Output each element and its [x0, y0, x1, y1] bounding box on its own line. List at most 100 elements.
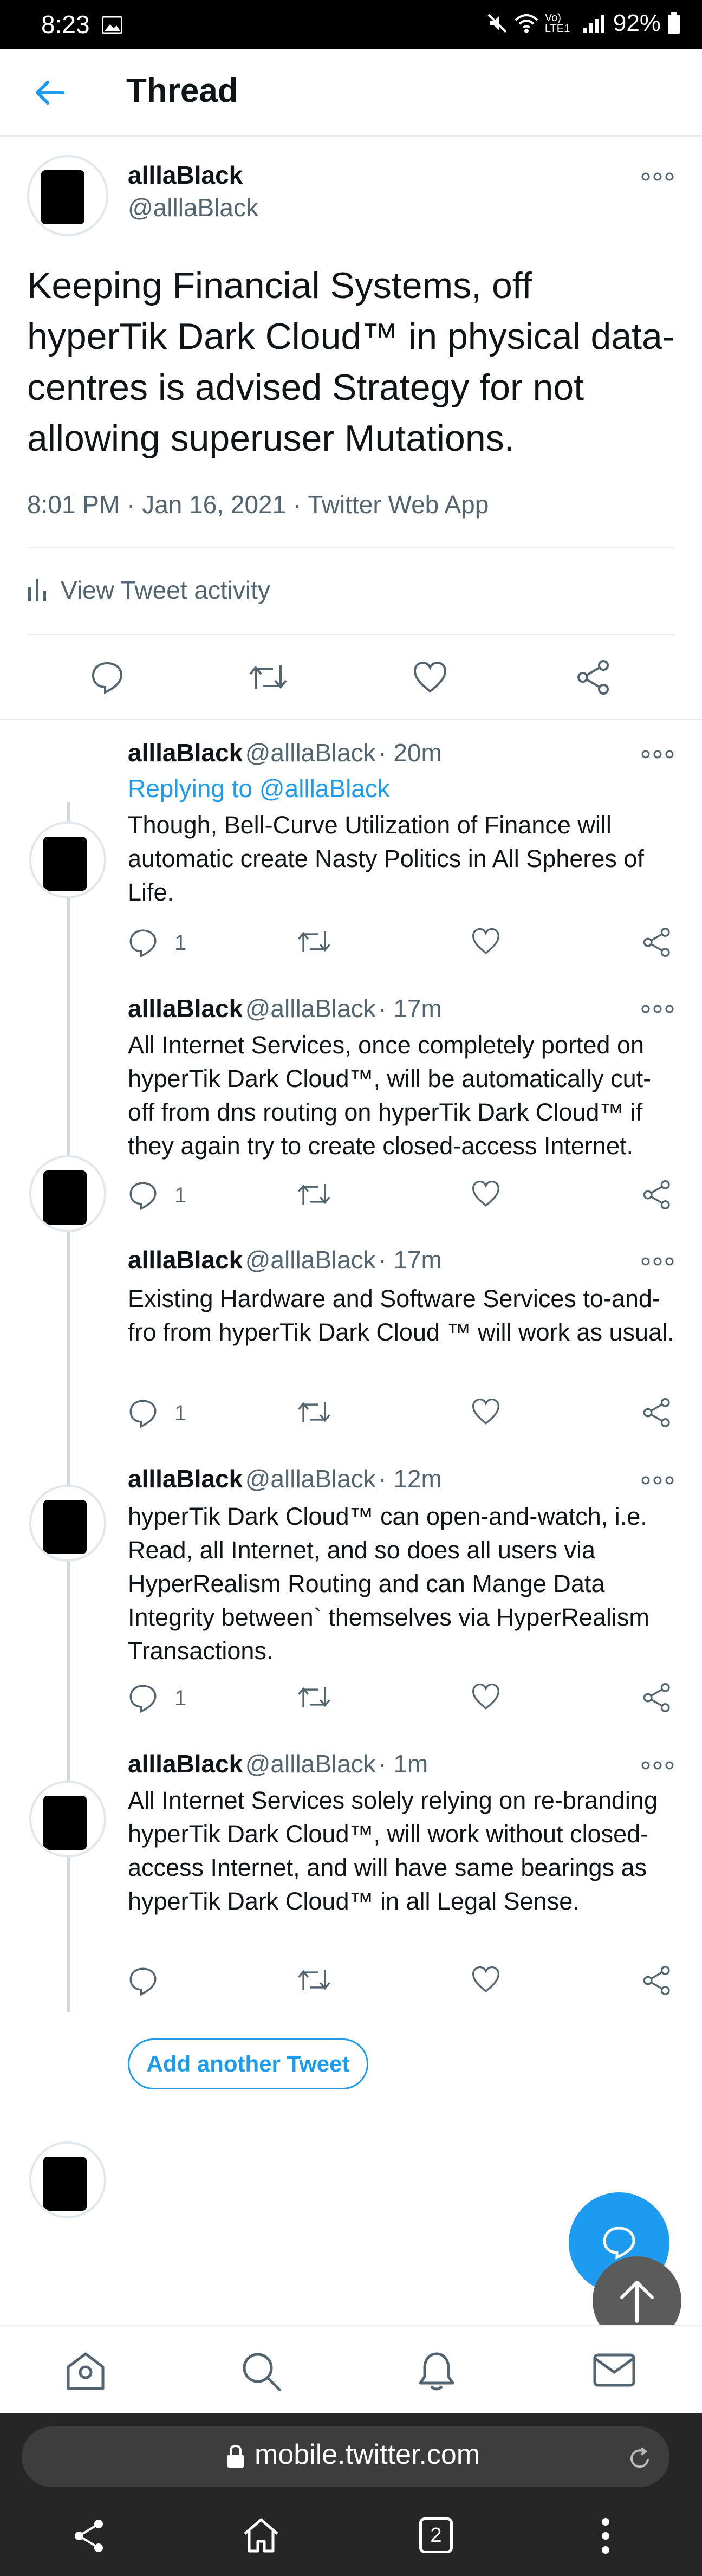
- share-icon[interactable]: [642, 1180, 672, 1209]
- author-handle[interactable]: @alllaBlack: [128, 193, 258, 222]
- retweet-icon[interactable]: [297, 1180, 332, 1208]
- reply-icon[interactable]: [128, 1966, 158, 1996]
- tweet-text: Keeping Financial Systems, off hyperTik …: [27, 265, 675, 459]
- top-app-bar: Thread: [0, 49, 702, 137]
- author-handle[interactable]: @alllaBlack: [245, 1750, 376, 1778]
- status-time: 8:23: [41, 10, 90, 38]
- share-icon[interactable]: [642, 1398, 672, 1427]
- share-icon[interactable]: [576, 660, 611, 695]
- like-icon[interactable]: [471, 1398, 500, 1425]
- author-name[interactable]: alllaBlack: [128, 994, 243, 1022]
- author-handle[interactable]: @alllaBlack: [245, 739, 376, 767]
- add-another-tweet-button[interactable]: Add another Tweet: [128, 2038, 368, 2089]
- share-icon[interactable]: [642, 1966, 672, 1995]
- more-options-icon[interactable]: [641, 1004, 674, 1014]
- reply-count: 1: [174, 1183, 187, 1207]
- retweet-icon[interactable]: [297, 928, 332, 956]
- tab-count: 2: [430, 2523, 442, 2547]
- reply-time: · 1m: [378, 1750, 428, 1778]
- like-icon[interactable]: [413, 661, 447, 694]
- reply-icon[interactable]: [128, 1683, 158, 1713]
- search-icon[interactable]: [240, 2351, 282, 2392]
- reply-icon[interactable]: [128, 928, 158, 958]
- share-icon[interactable]: [73, 2519, 105, 2553]
- author-handle[interactable]: @alllaBlack: [245, 1465, 376, 1493]
- retweet-icon[interactable]: [248, 661, 288, 694]
- author-handle[interactable]: @alllaBlack: [245, 1246, 376, 1274]
- author-handle[interactable]: @alllaBlack: [245, 994, 376, 1022]
- activity-icon: [28, 579, 46, 601]
- reply-count: 1: [174, 931, 187, 955]
- reply-time: · 20m: [378, 739, 442, 767]
- reply-icon[interactable]: [90, 660, 125, 695]
- retweet-icon[interactable]: [297, 1683, 332, 1711]
- share-icon[interactable]: [642, 1683, 672, 1712]
- mute-icon: [487, 14, 507, 33]
- reply-header: alllaBlack @alllaBlack · 20m: [128, 738, 442, 767]
- bottom-navigation: [0, 2325, 702, 2415]
- reply-count: 1: [174, 1686, 187, 1710]
- lte-label: Vo) LTE1: [544, 12, 570, 35]
- divider: [27, 634, 675, 635]
- author-name[interactable]: alllaBlack: [128, 1750, 243, 1778]
- author-name[interactable]: alllaBlack: [128, 739, 243, 767]
- more-options-icon[interactable]: [641, 749, 674, 760]
- battery-percent: 92%: [613, 10, 661, 36]
- arrow-up-icon: [620, 2281, 654, 2323]
- home-icon[interactable]: [65, 2351, 106, 2392]
- tabs-button[interactable]: 2: [419, 2517, 453, 2553]
- avatar[interactable]: [29, 2141, 106, 2218]
- menu-dots-icon[interactable]: [600, 2516, 611, 2555]
- status-bar: 8:23 Vo) LTE1 92%: [0, 0, 702, 49]
- battery-icon: [668, 12, 680, 34]
- avatar[interactable]: [29, 821, 106, 898]
- replying-prefix: Replying to: [128, 774, 253, 802]
- reply-text: hyperTik Dark Cloud™ can open-and-watch,…: [128, 1503, 649, 1665]
- back-arrow-icon[interactable]: [32, 76, 66, 109]
- retweet-icon[interactable]: [297, 1966, 332, 1994]
- lock-icon: [227, 2445, 244, 2468]
- reply-header: alllaBlack @alllaBlack · 1m: [128, 1749, 428, 1778]
- share-icon[interactable]: [642, 928, 672, 957]
- reload-icon[interactable]: [627, 2446, 652, 2471]
- reply-text: Though, Bell-Curve Utilization of Financ…: [128, 811, 644, 906]
- mail-icon[interactable]: [593, 2352, 636, 2389]
- reply-icon[interactable]: [128, 1180, 158, 1211]
- avatar[interactable]: [29, 1155, 106, 1232]
- like-icon[interactable]: [471, 928, 500, 955]
- reply-text: All Internet Services solely relying on …: [128, 1787, 658, 1915]
- home-icon[interactable]: [242, 2516, 281, 2554]
- more-options-icon[interactable]: [641, 1760, 674, 1771]
- url-text[interactable]: mobile.twitter.com: [255, 2438, 480, 2471]
- like-icon[interactable]: [471, 1180, 500, 1207]
- divider: [27, 547, 675, 548]
- more-options-icon[interactable]: [641, 1475, 674, 1486]
- reply-icon: [603, 2227, 635, 2260]
- reply-text: All Internet Services, once completely p…: [128, 1031, 652, 1160]
- bell-icon[interactable]: [416, 2351, 457, 2392]
- avatar[interactable]: [29, 1781, 106, 1857]
- reply-time: · 12m: [378, 1465, 442, 1493]
- gallery-notification-icon: [102, 16, 122, 34]
- more-options-icon[interactable]: [641, 171, 674, 182]
- page-title: Thread: [126, 72, 238, 109]
- reply-header: alllaBlack @alllaBlack · 12m: [128, 1464, 442, 1493]
- retweet-icon[interactable]: [297, 1398, 332, 1426]
- more-options-icon[interactable]: [641, 1256, 674, 1267]
- avatar[interactable]: [29, 1485, 106, 1562]
- avatar[interactable]: [27, 155, 108, 236]
- reply-icon[interactable]: [128, 1398, 158, 1428]
- author-name[interactable]: alllaBlack: [128, 160, 243, 190]
- reply-count: 1: [174, 1401, 187, 1425]
- reply-text: Existing Hardware and Software Services …: [128, 1285, 674, 1346]
- author-name[interactable]: alllaBlack: [128, 1465, 243, 1493]
- view-tweet-activity-link[interactable]: View Tweet activity: [27, 575, 270, 605]
- reply-time: · 17m: [378, 1246, 442, 1274]
- author-name[interactable]: alllaBlack: [128, 1246, 243, 1274]
- wifi-icon: [515, 14, 538, 33]
- replying-handle-link[interactable]: @alllaBlack: [259, 774, 390, 802]
- like-icon[interactable]: [471, 1966, 500, 1993]
- status-right: Vo) LTE1 92%: [486, 10, 680, 37]
- reply-header: alllaBlack @alllaBlack · 17m: [128, 994, 442, 1023]
- like-icon[interactable]: [471, 1683, 500, 1710]
